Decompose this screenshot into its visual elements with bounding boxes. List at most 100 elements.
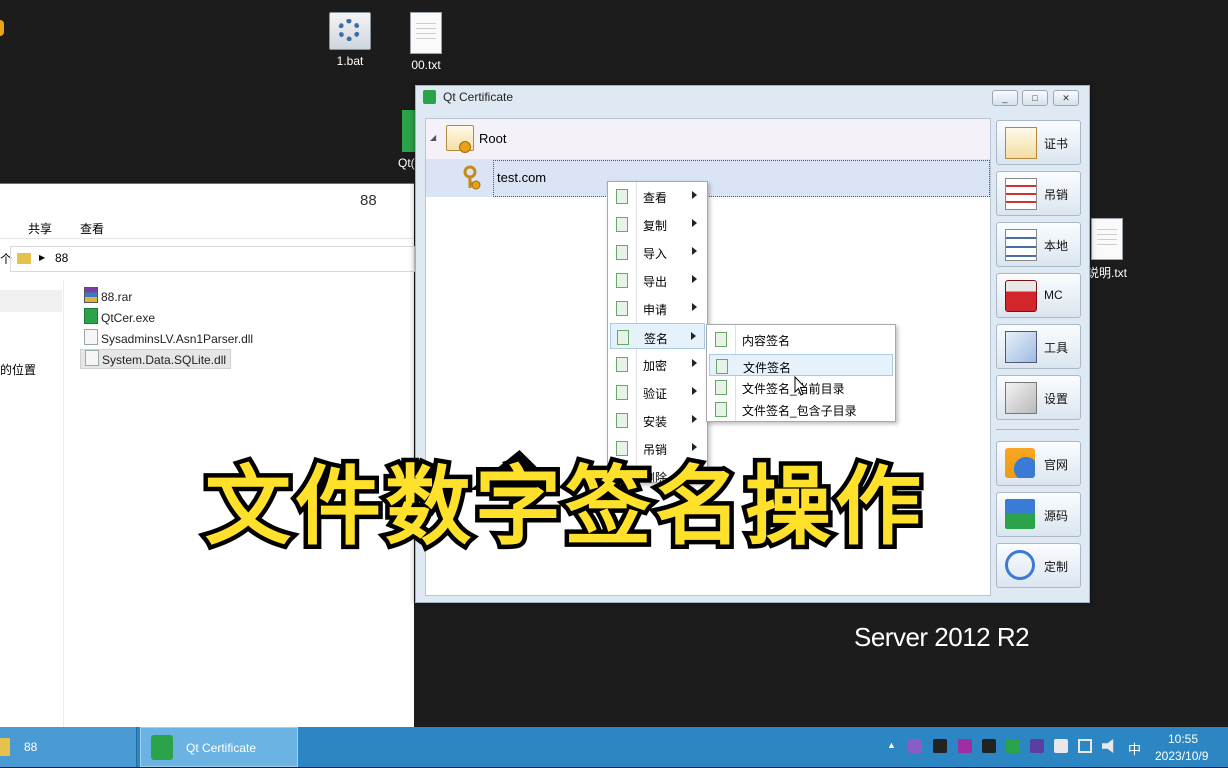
toolbar-label: 本地	[1044, 239, 1069, 253]
taskbar-item-explorer[interactable]: 88	[0, 727, 137, 767]
file-name: 88.rar	[101, 290, 133, 304]
speaker-muted-icon[interactable]	[1102, 739, 1114, 753]
ribbon-tab-view[interactable]: 查看	[80, 220, 104, 237]
menu-icon	[617, 330, 629, 345]
tray-app-icon[interactable]	[958, 739, 972, 753]
certificate-icon	[1005, 127, 1037, 159]
desktop-icon-label: 说明.txt	[1086, 266, 1127, 280]
menu-icon	[616, 441, 628, 456]
tray-app-icon[interactable]	[933, 739, 947, 753]
toolbar-certificate-button[interactable]: 证书	[996, 120, 1081, 165]
toolbar-label: 官网	[1044, 458, 1069, 472]
address-bar[interactable]: ▶ 88	[10, 246, 415, 272]
menu-icon	[616, 357, 628, 372]
tree-row-root[interactable]: ◢ Root	[426, 119, 990, 159]
menu-label: 复制	[643, 219, 668, 233]
submenu-arrow-icon	[692, 303, 697, 311]
menu-item-verify[interactable]: 验证	[610, 379, 705, 405]
minimize-button[interactable]: _	[992, 90, 1018, 106]
taskbar-item-qt-certificate[interactable]: Qt Certificate	[140, 727, 298, 767]
toolbar-website-button[interactable]: 官网	[996, 441, 1081, 486]
dll-file-icon	[84, 329, 98, 345]
menu-item-request[interactable]: 申请	[610, 295, 705, 321]
close-button[interactable]: ✕	[1053, 90, 1079, 106]
bat-file-icon	[329, 12, 371, 50]
server-edition-label: Server 2012 R2	[854, 622, 1030, 652]
file-item[interactable]: 88.rar	[84, 287, 132, 305]
menu-item-import[interactable]: 导入	[610, 239, 705, 265]
toolbar-label: 证书	[1044, 137, 1069, 151]
tray-app-icon[interactable]	[1030, 739, 1044, 753]
toolbar-custom-button[interactable]: 定制	[996, 543, 1081, 588]
submenu-item-content-sign[interactable]: 内容签名	[709, 326, 893, 352]
maximize-button[interactable]: □	[1022, 90, 1048, 106]
submenu-arrow-icon	[692, 443, 697, 451]
toolbar-source-button[interactable]: 源码	[996, 492, 1081, 537]
desktop-icon-1bat[interactable]: 1.bat	[320, 12, 380, 68]
network-icon[interactable]	[1078, 739, 1092, 753]
flag-icon[interactable]	[1054, 739, 1068, 753]
tools-window-icon	[1005, 331, 1037, 363]
tree-row-child[interactable]: test.com	[426, 159, 990, 197]
taskbar: 88 Qt Certificate ▲ 中 10:55 2023/10/9	[0, 727, 1228, 767]
menu-item-export[interactable]: 导出	[610, 267, 705, 293]
menu-item-encrypt[interactable]: 加密	[610, 351, 705, 377]
tray-app-icon[interactable]	[1006, 739, 1020, 753]
toolbar-divider	[996, 429, 1079, 430]
menu-icon	[716, 359, 728, 374]
toolbar-label: 设置	[1044, 392, 1069, 406]
mouse-cursor-icon	[794, 376, 806, 396]
text-file-icon	[410, 12, 442, 54]
ribbon-tab-share[interactable]: 共享	[28, 220, 52, 237]
desktop-icon-00txt[interactable]: 00.txt	[396, 12, 456, 72]
tray-app-icon[interactable]	[982, 739, 996, 753]
certificate-icon	[446, 125, 474, 153]
menu-item-install[interactable]: 安装	[610, 407, 705, 433]
submenu-arrow-icon	[691, 332, 696, 340]
menu-item-view[interactable]: 查看	[610, 183, 705, 209]
desktop-icon-label: Qt(	[398, 156, 415, 170]
navigation-pane	[0, 280, 64, 728]
expand-arrow-icon[interactable]: ◢	[430, 133, 436, 142]
dll-file-icon	[85, 350, 99, 366]
clock-date[interactable]: 2023/10/9	[1155, 749, 1208, 763]
tree-root-label: Root	[479, 131, 507, 146]
toolbar-tools-button[interactable]: 工具	[996, 324, 1081, 369]
menu-icon	[616, 273, 628, 288]
file-item-selected[interactable]: System.Data.SQLite.dll	[80, 349, 232, 369]
helm-wheel-icon	[1005, 550, 1035, 580]
menu-item-copy[interactable]: 复制	[610, 211, 705, 237]
checklist-icon	[1005, 229, 1037, 261]
qt-titlebar[interactable]: Qt Certificate _ □ ✕	[416, 86, 1089, 110]
submenu-arrow-icon	[692, 359, 697, 367]
submenu-item-file-sign[interactable]: 文件签名	[709, 354, 893, 376]
file-name: QtCer.exe	[101, 311, 156, 325]
ime-indicator[interactable]: 中	[1128, 739, 1141, 758]
toolbar-settings-button[interactable]: 设置	[996, 375, 1081, 420]
file-item[interactable]: SysadminsLV.Asn1Parser.dll	[84, 329, 253, 347]
desktop-icon-qt[interactable]: Qt(	[392, 110, 416, 170]
menu-icon	[616, 245, 628, 260]
menu-label: 内容签名	[742, 334, 791, 348]
tray-app-icon[interactable]	[908, 739, 922, 753]
menu-icon	[715, 380, 727, 395]
explorer-titlebar[interactable]: 88	[0, 184, 414, 216]
address-path: 88	[55, 251, 69, 265]
desktop-icon-label: 1.bat	[336, 54, 364, 68]
toolbar-local-button[interactable]: 本地	[996, 222, 1081, 267]
menu-item-sign[interactable]: 签名	[610, 323, 705, 349]
tray-overflow-icon[interactable]: ▲	[887, 740, 896, 750]
chevron-right-icon: ▶	[39, 253, 46, 262]
toolbar-mc-button[interactable]: MC	[996, 273, 1081, 318]
clock-time[interactable]: 10:55	[1168, 732, 1198, 746]
top-left-folder-edge	[0, 20, 4, 36]
overlay-caption: 文件数字签名操作	[201, 457, 926, 557]
file-item[interactable]: QtCer.exe	[84, 308, 155, 326]
folder-icon	[0, 738, 10, 756]
submenu-arrow-icon	[692, 415, 697, 423]
toolbar-revoke-button[interactable]: 吊销	[996, 171, 1081, 216]
menu-label: 导出	[643, 275, 668, 289]
taskbar-item-label: 88	[24, 740, 38, 754]
menu-label: 文件签名	[743, 361, 792, 375]
submenu-item-file-sign-subdirs[interactable]: 文件签名_包含子目录	[709, 398, 893, 420]
